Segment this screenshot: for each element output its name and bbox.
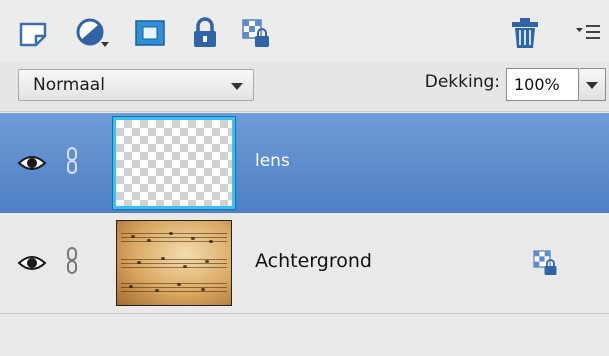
new-layer-icon[interactable] [16, 16, 50, 50]
panel-menu-icon[interactable] [574, 16, 604, 50]
layer-name[interactable]: lens [255, 151, 290, 171]
link-icon[interactable] [65, 246, 79, 276]
sheet-music-photo [117, 221, 231, 305]
layer-row-lens[interactable]: lens [0, 113, 609, 213]
eye-icon[interactable] [17, 254, 47, 272]
lock-icon [532, 249, 560, 277]
layer-thumbnail[interactable] [112, 116, 236, 210]
chevron-down-icon [586, 82, 598, 89]
lock-all-icon[interactable] [188, 16, 222, 50]
trash-icon[interactable] [508, 16, 542, 50]
layer-name[interactable]: Achtergrond [255, 250, 372, 272]
link-icon[interactable] [65, 146, 79, 176]
layers-list: lens Achtergrond [0, 113, 609, 356]
adjustment-layer-icon[interactable] [76, 16, 110, 50]
chevron-down-icon [231, 83, 243, 90]
blend-mode-select[interactable]: Normaal [18, 69, 254, 101]
blend-mode-value: Normaal [33, 75, 105, 95]
layer-mask-icon[interactable] [133, 16, 167, 50]
layer-options-row: Normaal Dekking: 100% [0, 62, 609, 112]
eye-icon[interactable] [17, 154, 47, 172]
layer-thumbnail[interactable] [116, 220, 232, 306]
layer-row-achtergrond[interactable]: Achtergrond [0, 213, 609, 314]
lock-transparency-icon[interactable] [240, 16, 274, 50]
opacity-label: Dekking: [424, 72, 500, 92]
opacity-dropdown-button[interactable] [580, 68, 606, 101]
transparent-checkerboard [116, 120, 232, 206]
layers-toolbar [0, 0, 609, 62]
opacity-input[interactable]: 100% [506, 68, 579, 101]
